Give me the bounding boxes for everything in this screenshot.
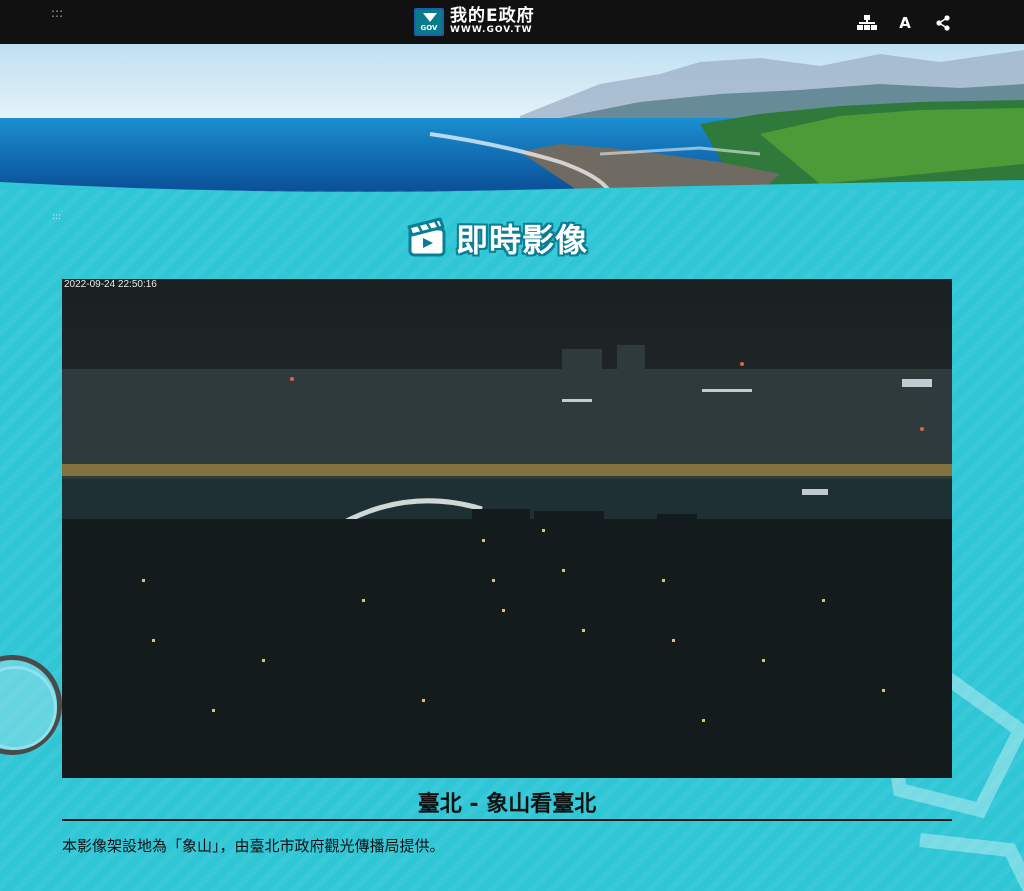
toolbar: A [856,12,954,34]
site-logo[interactable]: GOV 我的E政府 WWW.GOV.TW [414,7,535,36]
gov-badge-icon: GOV [414,7,444,36]
camera-caption-title: 臺北 - 象山看臺北 [417,792,597,817]
live-camera-image[interactable]: 2022-09-24 22:50:16 [62,279,952,778]
share-icon[interactable] [932,12,954,34]
sitemap-icon[interactable] [856,12,878,34]
banner-image [0,44,1024,192]
section-title: 即時影像 [456,221,589,259]
logo-title: 我的E政府 [450,6,535,26]
accesskey-top[interactable]: ::: [51,7,63,19]
font-size-icon[interactable]: A [894,12,916,34]
clapperboard-icon [404,215,450,261]
accesskey-content[interactable]: ::: [52,212,61,222]
logo-url: WWW.GOV.TW [450,25,533,35]
camera-caption-description: 本影像架設地為「象山」，由臺北市政府觀光傳播局提供。 [62,837,445,855]
section-header: 即時影像 [404,212,588,264]
top-bar: ::: GOV 我的E政府 WWW.GOV.TW A [0,0,1024,44]
caption-divider [62,819,952,821]
camera-timestamp: 2022-09-24 22:50:16 [64,279,157,290]
